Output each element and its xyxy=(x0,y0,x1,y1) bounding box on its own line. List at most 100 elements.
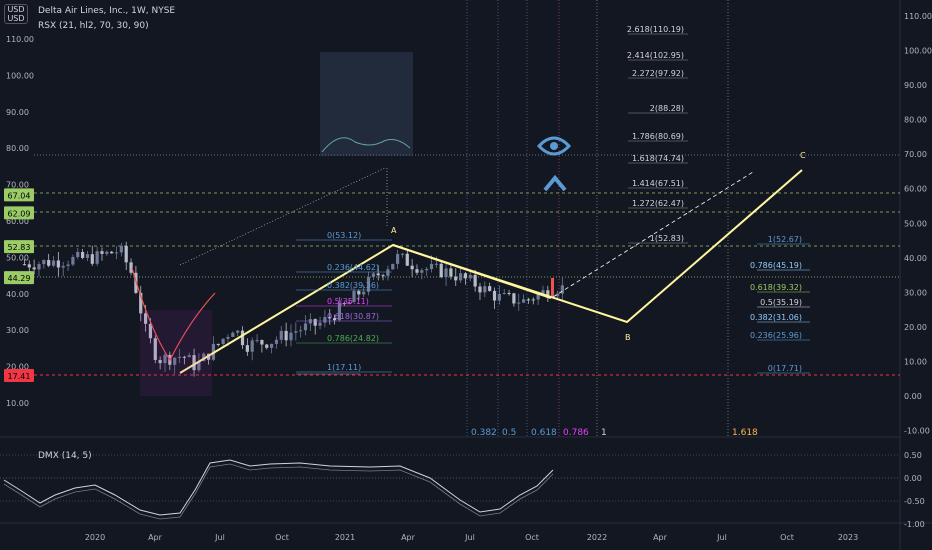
x-tick-label: Oct xyxy=(275,533,289,542)
candle-body xyxy=(250,340,254,352)
candle-body xyxy=(274,339,279,344)
indicator-dmx-label[interactable]: DMX (14, 5) xyxy=(38,451,92,461)
candle-body xyxy=(395,253,400,264)
candle-body xyxy=(245,345,249,352)
candle-body xyxy=(478,286,482,293)
price-chart[interactable]: 110.00100.0090.0080.0070.0060.0050.0040.… xyxy=(0,0,932,550)
candle-body xyxy=(410,265,414,270)
wave-point-label: B xyxy=(625,333,631,342)
candle-body xyxy=(429,263,434,270)
y-tick-label-left: 70.00 xyxy=(6,181,29,190)
fib-a-level-label: 0.618(30.87) xyxy=(327,312,379,321)
fib-ext-level-label: 1.786(80.69) xyxy=(632,132,684,141)
candle-body xyxy=(22,264,27,266)
candle-body xyxy=(71,257,75,265)
candle-body xyxy=(483,286,487,293)
fib-a-level-label: 0.382(39.36) xyxy=(327,281,379,290)
candle-body xyxy=(47,260,51,266)
candle-body xyxy=(420,270,424,273)
price-tag-label: 62.09 xyxy=(8,209,31,218)
candle-body xyxy=(512,293,516,304)
fib-ext-level-label: 2.618(110.19) xyxy=(627,25,684,34)
candle-body xyxy=(386,269,390,276)
fib-right-level-label: 0.236(25.96) xyxy=(750,331,802,340)
candle-body xyxy=(216,343,220,345)
candle-body xyxy=(100,251,104,254)
fib-a-level-label: 0.786(24.82) xyxy=(327,334,379,343)
indicator-rsx-label[interactable]: RSX (21, hl2, 70, 30, 90) xyxy=(38,21,149,31)
y-tick-label-left: 80.00 xyxy=(6,144,29,153)
candle-body xyxy=(284,330,288,341)
candle-body xyxy=(560,285,564,294)
fib-ext-level-label: 1.414(67.51) xyxy=(632,179,684,188)
fib-right-level-label: 0.618(39.32) xyxy=(750,283,802,292)
candle-body xyxy=(357,290,361,295)
fib-time-zone-label: 1 xyxy=(601,428,607,438)
candle-body xyxy=(308,319,312,324)
x-tick-label: Jul xyxy=(464,533,475,542)
candle-body xyxy=(313,319,317,326)
fib-time-zone-label: 0.786 xyxy=(563,428,589,438)
x-tick-label: Apr xyxy=(148,533,163,542)
y-tick-label-right: 110.00 xyxy=(904,12,932,21)
dmx-signal-line xyxy=(3,463,554,520)
candle-body xyxy=(531,299,535,301)
fib-right-level-label: 0.382(31.06) xyxy=(750,313,802,322)
price-tag-label: 17.41 xyxy=(8,372,31,381)
candle-body xyxy=(90,254,94,264)
candle-body xyxy=(236,330,240,333)
candle-body xyxy=(517,302,521,304)
fib-right-level-label: 1(52.67) xyxy=(768,235,802,244)
dmx-axis-label: 0.50 xyxy=(904,451,922,460)
candle-body xyxy=(114,252,119,254)
y-tick-label-left: 30.00 xyxy=(6,326,29,335)
candle-body xyxy=(80,251,85,258)
candle-body xyxy=(488,286,492,291)
fib-ext-level-label: 2.414(102.95) xyxy=(627,51,684,60)
candle-body xyxy=(507,293,511,295)
x-tick-label: 2022 xyxy=(587,533,607,542)
x-tick-label: Apr xyxy=(401,533,416,542)
fib-time-zone-label: 1.618 xyxy=(732,428,758,438)
fib-a-level-label: 0.5(35.11) xyxy=(327,297,369,306)
price-tag-label: 67.04 xyxy=(8,191,31,200)
y-tick-label-right: 50.00 xyxy=(904,219,927,228)
candle-body xyxy=(66,264,70,266)
candle-body xyxy=(240,330,245,346)
y-tick-label-right: 60.00 xyxy=(904,185,927,194)
y-tick-label-right: 90.00 xyxy=(904,81,927,90)
fib-time-zone-label: 0.618 xyxy=(531,428,557,438)
candle-body xyxy=(51,260,56,266)
rsx-overlay-box xyxy=(320,52,413,156)
candle-body xyxy=(400,253,405,255)
candle-body xyxy=(76,251,80,258)
candle-body xyxy=(124,245,128,263)
candle-body xyxy=(454,276,458,281)
wave-point-label: A xyxy=(391,226,397,235)
symbol-title[interactable]: Delta Air Lines, Inc., 1W, NYSE xyxy=(38,6,175,16)
candle-body xyxy=(444,268,448,278)
candle-body xyxy=(521,299,526,303)
candle-body xyxy=(473,274,477,287)
fib-ext-level-label: 1.272(62.47) xyxy=(632,199,684,208)
x-tick-label: Jul xyxy=(214,533,225,542)
y-tick-label-left: 100.00 xyxy=(6,71,34,80)
y-tick-label-left: 90.00 xyxy=(6,108,29,117)
candle-body xyxy=(371,273,375,278)
candle-body xyxy=(221,338,225,344)
candle-body xyxy=(105,251,109,254)
y-tick-label-right: 70.00 xyxy=(904,150,927,159)
candle-body xyxy=(294,331,298,333)
candle-body xyxy=(449,268,453,277)
candle-body xyxy=(439,263,443,278)
fib-ext-level-label: 2.272(97.92) xyxy=(632,69,684,78)
candle-body xyxy=(129,262,133,273)
y-tick-label-right: 100.00 xyxy=(904,47,932,56)
x-tick-label: 2021 xyxy=(335,533,355,542)
candle-body xyxy=(468,274,472,279)
fib-a-level-label: 0(53.12) xyxy=(327,231,361,240)
dmx-axis-label: 0.00 xyxy=(904,474,922,483)
fib-right-level-label: 0.5(35.19) xyxy=(760,298,802,307)
candle-body xyxy=(463,273,468,279)
x-tick-label: Oct xyxy=(525,533,539,542)
